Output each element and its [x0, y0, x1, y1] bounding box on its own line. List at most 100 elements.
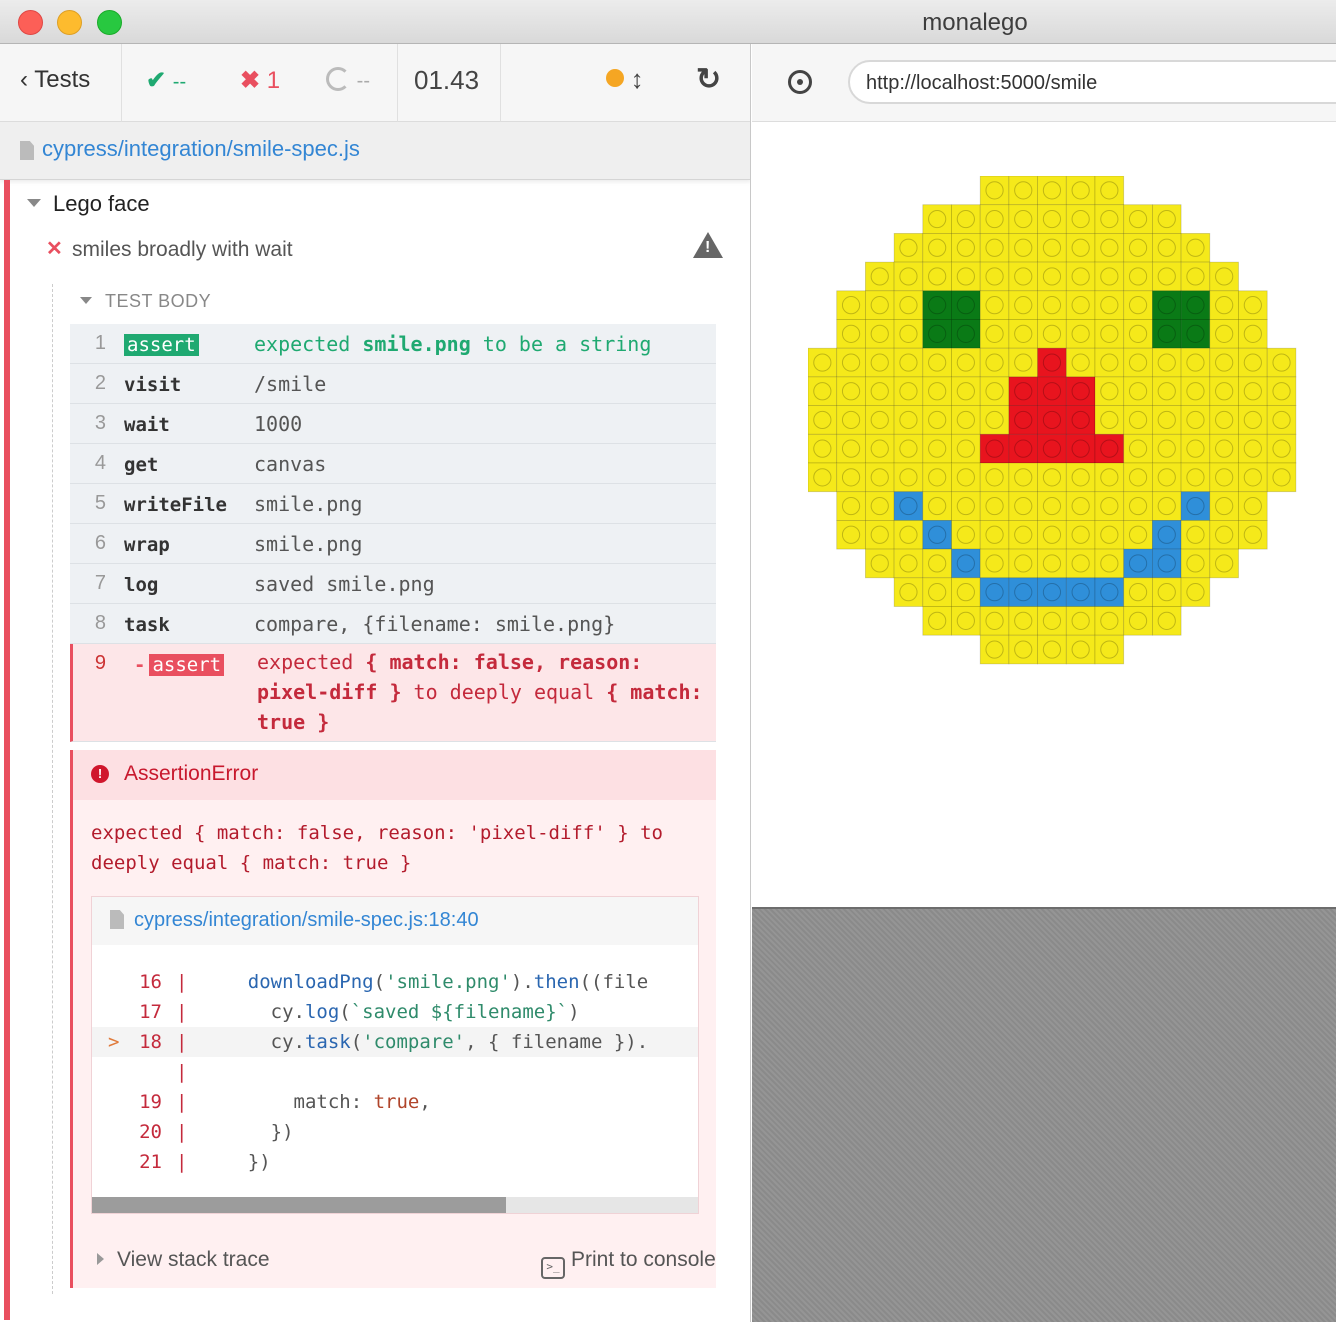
command-row[interactable]: 5 writeFile smile.png: [70, 484, 716, 524]
lego-stud: [1100, 410, 1119, 430]
chevron-left-icon: ‹: [20, 66, 28, 93]
view-stack-trace-button[interactable]: View stack trace: [117, 1248, 270, 1272]
lego-stud: [1186, 382, 1205, 401]
lego-stud: [1042, 496, 1062, 516]
command-row[interactable]: 7 log saved smile.png: [70, 564, 716, 604]
lego-stud: [1186, 353, 1205, 372]
lego-stud: [1157, 238, 1176, 257]
assert-badge: assert: [124, 334, 199, 356]
rerun-icon[interactable]: ↻: [696, 62, 721, 97]
lego-stud: [1071, 554, 1090, 573]
lego-stud: [1042, 267, 1062, 286]
lego-stud: [985, 181, 1004, 200]
lego-stud: [956, 267, 975, 286]
lego-stud: [899, 468, 918, 487]
lego-stud: [1071, 238, 1090, 257]
vertical-arrows-icon: ↕: [630, 64, 644, 94]
window-title: monalego: [922, 9, 1028, 36]
lego-stud: [1157, 611, 1176, 630]
lego-stud: [1243, 324, 1262, 343]
caret-down-icon[interactable]: [27, 199, 41, 207]
lego-stud: [1071, 181, 1090, 200]
horizontal-scrollbar[interactable]: [92, 1197, 698, 1213]
lego-stud: [813, 410, 832, 430]
lego-stud: [1128, 209, 1148, 229]
lego-stud: [1014, 209, 1033, 229]
lego-stud: [928, 238, 947, 257]
lego-stud: [1128, 238, 1148, 257]
minimize-window-button[interactable]: [57, 10, 82, 35]
close-window-button[interactable]: [18, 10, 43, 35]
lego-stud: [1186, 583, 1205, 602]
spec-link[interactable]: cypress/integration/smile-spec.js: [42, 136, 360, 162]
lego-stud: [1071, 611, 1090, 630]
lego-stud: [1014, 439, 1033, 458]
lego-stud: [1100, 296, 1119, 315]
lego-stud: [1100, 267, 1119, 286]
lego-stud: [1014, 238, 1033, 257]
lego-stud: [1014, 640, 1033, 659]
lego-stud: [1128, 554, 1148, 573]
caret-right-icon: [97, 1253, 104, 1265]
failed-command-row[interactable]: 9 - assert expected { match: false, reaso…: [70, 644, 716, 742]
lego-stud: [1042, 238, 1062, 257]
url-bar[interactable]: http://localhost:5000/smile: [848, 60, 1336, 104]
lego-stud: [899, 410, 918, 430]
lego-stud: [1157, 468, 1176, 487]
lego-stud: [841, 496, 861, 516]
app-viewport: [752, 122, 1336, 907]
reporter-toolbar: ‹ Tests ✔ -- ✖ 1 -- 01.43 ↕ ↻: [0, 44, 750, 122]
lego-stud: [1272, 468, 1291, 487]
test-title[interactable]: smiles broadly with wait: [72, 238, 293, 262]
lego-stud: [870, 410, 889, 430]
code-frame-link[interactable]: cypress/integration/smile-spec.js:18:40: [134, 909, 479, 932]
command-row[interactable]: 6 wrap smile.png: [70, 524, 716, 564]
command-row[interactable]: 4 get canvas: [70, 444, 716, 484]
command-row[interactable]: 8 task compare, {filename: smile.png}: [70, 604, 716, 644]
lego-stud: [928, 296, 947, 315]
auto-scroll-toggle[interactable]: ↕: [606, 64, 644, 95]
lego-stud: [1128, 525, 1148, 544]
scrollbar-thumb[interactable]: [92, 1197, 506, 1213]
lego-stud: [899, 353, 918, 372]
code-line: 20 | }): [139, 1121, 294, 1143]
lego-stud: [985, 353, 1004, 372]
zoom-window-button[interactable]: [97, 10, 122, 35]
lego-stud: [870, 324, 889, 343]
command-row[interactable]: 3 wait 1000: [70, 404, 716, 444]
check-icon: ✔: [146, 67, 167, 94]
tests-back-button[interactable]: ‹ Tests: [20, 66, 90, 94]
lego-stud: [956, 353, 975, 372]
lego-stud: [870, 496, 889, 516]
test-body-label[interactable]: TEST BODY: [105, 291, 211, 312]
command-row[interactable]: 1 assert expected smile.png to be a stri…: [70, 324, 716, 364]
lego-stud: [899, 496, 918, 516]
lego-stud: [928, 525, 947, 544]
terminal-icon: >_: [541, 1257, 565, 1279]
warning-icon[interactable]: !: [693, 232, 723, 258]
error-header: ! AssertionError: [73, 750, 716, 800]
print-to-console-button[interactable]: >_ Print to console: [541, 1248, 716, 1279]
lego-stud: [1215, 468, 1234, 487]
lego-stud: [956, 324, 975, 343]
lego-stud: [1042, 554, 1062, 573]
lego-stud: [985, 496, 1004, 516]
lego-stud: [1100, 525, 1119, 544]
lego-stud: [928, 267, 947, 286]
file-icon: [110, 910, 124, 929]
selector-playground-icon[interactable]: [788, 70, 812, 94]
command-row[interactable]: 2 visit /smile: [70, 364, 716, 404]
lego-stud: [1042, 583, 1062, 602]
lego-stud: [1128, 382, 1148, 401]
suite-title[interactable]: Lego face: [53, 191, 150, 217]
lego-stud: [928, 410, 947, 430]
file-icon: [20, 141, 34, 160]
lego-stud: [841, 525, 861, 544]
lego-stud: [1042, 468, 1062, 487]
lego-stud: [1071, 382, 1090, 401]
lego-stud: [928, 439, 947, 458]
lego-stud: [1215, 410, 1234, 430]
caret-down-icon[interactable]: [80, 297, 92, 304]
lego-stud: [956, 525, 975, 544]
lego-stud: [985, 439, 1004, 458]
